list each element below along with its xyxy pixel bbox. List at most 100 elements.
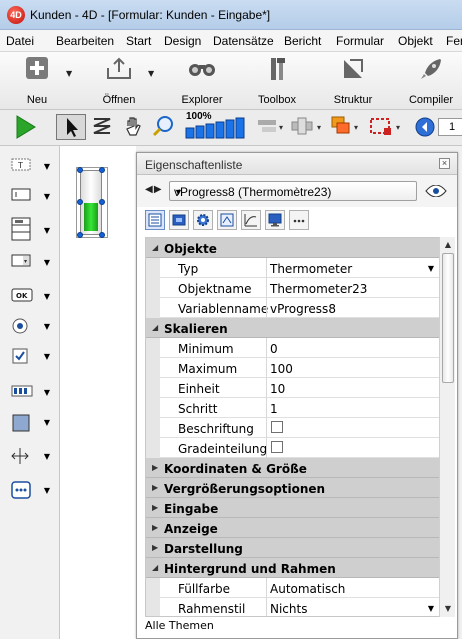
maximum-value[interactable]: 100 xyxy=(270,362,293,376)
tab-objects[interactable] xyxy=(169,210,189,230)
property-row-variablenname[interactable]: Variablenname vProgress8 xyxy=(146,298,439,318)
group-hintergrund[interactable]: ◢ Hintergrund und Rahmen xyxy=(146,558,439,578)
indicator-object-tool[interactable]: ▼ xyxy=(10,382,54,404)
distribute-button[interactable]: ▾ xyxy=(290,114,328,140)
run-form-button[interactable] xyxy=(12,114,40,140)
thermometer-object[interactable] xyxy=(60,146,136,266)
resize-handle-bottom-right[interactable] xyxy=(99,232,105,238)
tab-graph[interactable] xyxy=(241,210,261,230)
menu-start[interactable]: Start xyxy=(126,34,151,48)
menu-bericht[interactable]: Bericht xyxy=(284,34,321,48)
property-list-titlebar[interactable]: Eigenschaftenliste × xyxy=(137,153,457,175)
variablenname-value[interactable]: vProgress8 xyxy=(270,302,336,316)
beschriftung-checkbox[interactable] xyxy=(271,421,283,433)
splitter-object-tool[interactable]: ▼ xyxy=(10,446,54,468)
tab-appearance[interactable] xyxy=(265,210,285,230)
property-row-maximum[interactable]: Maximum 100 xyxy=(146,358,439,378)
resize-handle-left[interactable] xyxy=(77,199,83,205)
property-row-einheit[interactable]: Einheit 10 xyxy=(146,378,439,398)
svg-text:T: T xyxy=(17,161,23,170)
rectangle-object-tool[interactable]: ▼ xyxy=(10,412,54,438)
open-dropdown-arrow[interactable]: ▼ xyxy=(148,69,154,78)
eye-icon[interactable] xyxy=(425,185,447,197)
field-object-tool[interactable]: ▼ xyxy=(10,186,54,208)
resize-handle-right[interactable] xyxy=(99,199,105,205)
menu-fenster[interactable]: Fen xyxy=(446,34,462,48)
new-button[interactable]: Neu xyxy=(14,56,60,106)
property-row-objektname[interactable]: Objektname Thermometer23 xyxy=(146,278,439,298)
structure-button[interactable]: Struktur xyxy=(328,56,378,106)
chevron-down-icon[interactable]: ▼ xyxy=(428,264,434,273)
object-color-button[interactable]: ▾ xyxy=(368,114,408,140)
new-dropdown-arrow[interactable]: ▼ xyxy=(66,69,72,78)
resize-handle-top-right[interactable] xyxy=(99,167,105,173)
menu-design[interactable]: Design xyxy=(164,34,201,48)
resize-handle-top-left[interactable] xyxy=(77,167,83,173)
resize-handle-bottom-left[interactable] xyxy=(77,232,83,238)
gradeinteilung-checkbox[interactable] xyxy=(271,441,283,453)
main-toolbar: Neu ▼ Öffnen ▼ Explorer Toolbox Struktur… xyxy=(0,52,462,110)
menu-datei[interactable]: Datei xyxy=(6,34,34,48)
objektname-value[interactable]: Thermometer23 xyxy=(270,282,367,296)
scroll-down-icon[interactable]: ▼ xyxy=(440,601,456,617)
layer-button[interactable]: ▾ xyxy=(330,114,366,140)
text-object-tool[interactable]: T ▼ xyxy=(10,156,54,178)
explorer-button[interactable]: Explorer xyxy=(176,56,228,106)
group-darstellung[interactable]: ▶ Darstellung xyxy=(146,538,439,558)
tab-display[interactable] xyxy=(217,210,237,230)
list-object-tool[interactable]: ▼ xyxy=(10,216,54,246)
zoom-level-control[interactable]: 100% xyxy=(184,111,248,140)
toolbox-button[interactable]: Toolbox xyxy=(252,56,302,106)
menu-objekt[interactable]: Objekt xyxy=(398,34,433,48)
entry-order-button[interactable] xyxy=(90,114,116,140)
page-navigator[interactable]: 1 xyxy=(412,114,462,140)
property-scrollbar[interactable]: ▲ ▼ xyxy=(439,237,455,617)
property-row-beschriftung[interactable]: Beschriftung xyxy=(146,418,439,438)
menu-datensaetze[interactable]: Datensätze xyxy=(213,34,274,48)
open-button[interactable]: Öffnen xyxy=(94,56,144,106)
object-selector-dropdown[interactable]: vProgress8 (Thermomètre23) ▼ xyxy=(169,181,417,201)
group-objekte[interactable]: ◢ Objekte xyxy=(146,238,439,258)
einheit-value[interactable]: 10 xyxy=(270,382,285,396)
combo-object-tool[interactable]: ▾ ▼ xyxy=(10,252,54,274)
ok-button-icon: OK xyxy=(11,288,33,302)
property-row-fuellfarbe[interactable]: Füllfarbe Automatisch xyxy=(146,578,439,598)
group-anzeige[interactable]: ▶ Anzeige xyxy=(146,518,439,538)
menu-formular[interactable]: Formular xyxy=(336,34,384,48)
schritt-value[interactable]: 1 xyxy=(270,402,278,416)
tab-list-view[interactable] xyxy=(145,210,165,230)
chevron-down-icon[interactable]: ▼ xyxy=(428,604,434,613)
plugin-object-tool[interactable]: ▼ xyxy=(10,480,54,502)
property-row-gradeinteilung[interactable]: Gradeinteilung xyxy=(146,438,439,458)
minimum-value[interactable]: 0 xyxy=(270,342,278,356)
page-number-field[interactable]: 1 xyxy=(438,118,462,136)
theme-filter-label[interactable]: Alle Themen xyxy=(145,619,214,632)
group-eingabe[interactable]: ▶ Eingabe xyxy=(146,498,439,518)
tab-actions[interactable] xyxy=(193,210,213,230)
group-skalieren[interactable]: ◢ Skalieren xyxy=(146,318,439,338)
tab-more[interactable] xyxy=(289,210,309,230)
close-icon[interactable]: × xyxy=(439,158,450,169)
property-row-typ[interactable]: Typ Thermometer ▼ xyxy=(146,258,439,278)
checkbox-object-tool[interactable]: ▼ xyxy=(10,346,54,368)
scroll-up-icon[interactable]: ▲ xyxy=(440,237,456,253)
property-row-rahmenstil[interactable]: Rahmenstil Nichts ▼ xyxy=(146,598,439,616)
group-vergroesserung[interactable]: ▶ Vergrößerungsoptionen xyxy=(146,478,439,498)
group-koordinaten[interactable]: ▶ Koordinaten & Größe xyxy=(146,458,439,478)
button-object-tool[interactable]: OK ▼ xyxy=(10,286,54,308)
radio-object-tool[interactable]: ▼ xyxy=(10,316,54,338)
hand-tool-button[interactable] xyxy=(122,114,148,140)
menu-bearbeiten[interactable]: Bearbeiten xyxy=(56,34,114,48)
property-row-schritt[interactable]: Schritt 1 xyxy=(146,398,439,418)
object-nav-arrows-icon[interactable]: ◀ ▶ xyxy=(145,184,162,195)
scrollbar-thumb[interactable] xyxy=(442,253,454,383)
compiler-button[interactable]: Compiler xyxy=(404,56,458,106)
arrow-tool-button[interactable] xyxy=(56,114,86,140)
align-button[interactable]: ▾ xyxy=(256,114,288,140)
rahmenstil-value[interactable]: Nichts xyxy=(270,602,307,616)
gear-icon xyxy=(197,214,209,226)
fuellfarbe-value[interactable]: Automatisch xyxy=(270,582,345,596)
typ-value[interactable]: Thermometer xyxy=(270,262,352,276)
zoom-tool-button[interactable] xyxy=(152,114,178,140)
property-row-minimum[interactable]: Minimum 0 xyxy=(146,338,439,358)
